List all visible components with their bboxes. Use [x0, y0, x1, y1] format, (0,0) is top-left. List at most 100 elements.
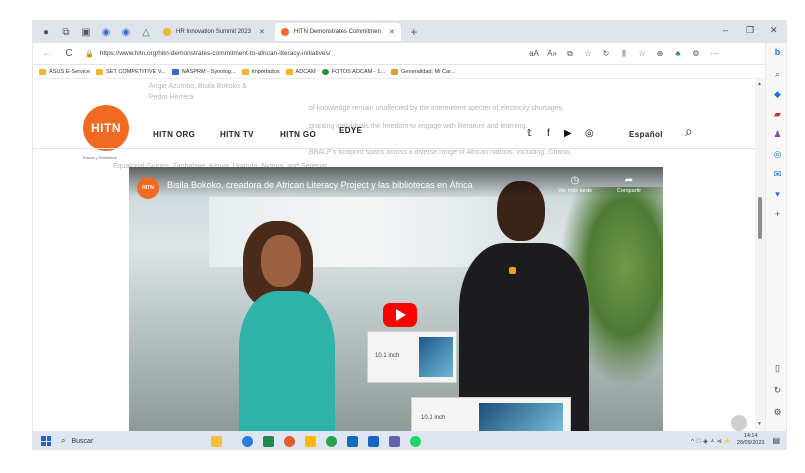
chrome-icon-2[interactable]: ◉ — [119, 25, 133, 39]
bookmark-label: NASPRM - Synolog... — [181, 68, 236, 75]
refresh-button[interactable]: C — [61, 48, 77, 59]
bookmark-nasprm[interactable]: NASPRM - Synolog... — [171, 68, 236, 75]
external-icon[interactable]: ↻ — [772, 385, 783, 396]
add-icon[interactable]: + — [772, 209, 783, 220]
site-header: HITN Educa y Entretiene HITN ORG HITN TV… — [33, 99, 755, 160]
twitter-icon[interactable]: 𝕥 — [527, 128, 532, 139]
share-button[interactable]: ➦ Compartir — [609, 175, 649, 194]
bookmark-fotos-adcam[interactable]: FOTOS ADCAM - 1... — [321, 68, 385, 75]
drop-icon[interactable]: ▾ — [772, 189, 783, 200]
tab-title: HITN Demonstrates Commitmen — [293, 29, 381, 35]
edge-icon[interactable] — [242, 435, 253, 447]
text-size-icon[interactable]: A» — [543, 49, 561, 58]
facebook-icon[interactable]: f — [547, 128, 550, 139]
folder-icon — [241, 68, 249, 75]
teams-icon[interactable] — [389, 435, 400, 447]
chrome-icon[interactable]: ◉ — [99, 25, 113, 39]
sync-icon[interactable]: ↻ — [597, 49, 615, 58]
favorite-star-icon[interactable]: ☆ — [579, 49, 597, 58]
drive-icon[interactable]: △ — [139, 25, 153, 39]
notifications-icon[interactable]: ▤ — [772, 436, 780, 445]
nav-hitn-go[interactable]: HITN GO — [280, 130, 316, 139]
clock[interactable]: 14:14 28/09/2023 — [737, 433, 765, 447]
youtube-video-player[interactable]: 10.1 inch 10.1 inch HITN Bisila Bokoko, … — [129, 167, 663, 431]
tab-hr-summit[interactable]: HR Innovation Summit 2023 ✕ — [157, 23, 271, 41]
windows-start-icon[interactable] — [41, 436, 51, 446]
hide-sidebar-icon[interactable]: ▯ — [772, 363, 783, 374]
whatsapp-icon[interactable] — [410, 435, 421, 447]
close-icon[interactable]: ✕ — [389, 28, 395, 36]
address-bar-row: ← C 🔒 https://www.hitn.org/hitn-demonstr… — [33, 43, 786, 65]
bookmark-importados[interactable]: Importados — [241, 68, 280, 75]
tab-title: HR Innovation Summit 2023 — [176, 29, 252, 35]
tablet-screen — [419, 337, 453, 377]
bing-icon[interactable]: b — [772, 47, 783, 58]
search-icon[interactable]: ⌕ — [685, 123, 693, 140]
watch-later-label: Ver más tarde — [557, 188, 593, 194]
url-field[interactable]: 🔒 https://www.hitn.org/hitn-demonstrates… — [85, 46, 525, 62]
close-window-button[interactable]: ✕ — [770, 25, 778, 36]
minimize-button[interactable]: – — [723, 25, 728, 35]
shopping-icon[interactable]: ▰ — [772, 109, 783, 120]
tag-icon[interactable]: ◆ — [772, 89, 783, 100]
channel-avatar[interactable]: HITN — [137, 177, 159, 199]
favorites-icon[interactable]: ☆ — [633, 49, 651, 58]
split-view-icon[interactable]: ⫼ — [615, 49, 633, 59]
settings-icon[interactable]: ⚙ — [687, 49, 705, 58]
firefox-icon[interactable] — [284, 435, 295, 447]
instagram-icon[interactable]: ◎ — [585, 128, 594, 139]
profile-icon[interactable]: ● — [39, 25, 53, 39]
tray-icons[interactable]: ^ ☁ ◈ ㅅ ⊲ ⚡ — [691, 436, 731, 445]
restore-button[interactable]: ❐ — [746, 25, 754, 36]
taskbar-search[interactable]: ⌕ Buscar — [61, 436, 181, 446]
nav-hitn-org[interactable]: HITN ORG — [153, 130, 195, 139]
back-button[interactable]: ← — [39, 48, 55, 59]
tab-hitn[interactable]: HITN Demonstrates Commitmen ✕ — [274, 23, 401, 41]
collections-icon[interactable]: ⊕ — [651, 49, 669, 58]
play-button[interactable] — [383, 303, 417, 327]
folder-icon[interactable] — [305, 435, 316, 447]
bookmark-set-competitive[interactable]: SET COMPETITIVE V... — [96, 68, 166, 75]
hitn-logo[interactable]: HITN — [83, 105, 129, 151]
bookmark-asus[interactable]: ASUS E-Service — [39, 68, 90, 75]
bookmark-label: Importados — [251, 68, 280, 75]
search-icon[interactable]: ⌕ — [772, 69, 783, 80]
word-icon[interactable] — [368, 435, 379, 447]
office-icon[interactable]: ◎ — [772, 149, 783, 160]
excel-icon[interactable] — [263, 435, 274, 447]
outlook-icon[interactable]: ✉ — [772, 169, 783, 180]
settings-icon[interactable]: ⚙ — [772, 407, 783, 418]
tab-strip: ● ⧉ ▣ ◉ ◉ △ HR Innovation Summit 2023 ✕ … — [33, 21, 786, 43]
new-tab-button[interactable]: + — [407, 25, 421, 39]
split-screen-icon[interactable]: ⧉ — [561, 49, 579, 59]
system-tray: ^ ☁ ◈ ㅅ ⊲ ⚡ 14:14 28/09/2023 ▤ — [691, 433, 780, 447]
language-link[interactable]: Español — [629, 130, 663, 139]
play-icon — [396, 309, 406, 321]
nav-hitn-tv[interactable]: HITN TV — [220, 130, 254, 139]
bookmark-adcam[interactable]: ADCAM — [285, 68, 316, 75]
scroll-to-top-button[interactable] — [731, 415, 747, 431]
chrome-icon[interactable] — [326, 435, 337, 447]
extension-icon[interactable]: ♣ — [669, 49, 687, 58]
folder-icon — [285, 68, 293, 75]
watch-later-button[interactable]: ◷ Ver más tarde — [555, 175, 595, 194]
scroll-down-arrow[interactable]: ▼ — [757, 421, 762, 427]
read-aloud-icon[interactable]: aA — [525, 49, 543, 58]
scroll-up-arrow[interactable]: ▲ — [757, 81, 762, 87]
games-icon[interactable]: ♟ — [772, 129, 783, 140]
scroll-thumb[interactable] — [758, 197, 762, 239]
workspaces-icon[interactable]: ⧉ — [59, 25, 73, 39]
bookmark-generalidad[interactable]: Generalidad: Mi Car... — [391, 68, 455, 75]
photos-icon — [321, 68, 329, 75]
youtube-icon[interactable]: ▶ — [564, 128, 572, 139]
video-title[interactable]: Bisila Bokoko, creadora de African Liter… — [167, 180, 473, 190]
file-explorer-icon[interactable] — [211, 435, 222, 447]
more-options-icon[interactable]: ··· — [705, 49, 723, 58]
outlook-icon[interactable] — [347, 435, 358, 447]
page-scrollbar[interactable]: ▲ ▼ — [755, 79, 765, 431]
nav-edye[interactable]: EDYE — [339, 126, 362, 135]
lock-icon[interactable]: 🔒 — [85, 50, 94, 58]
tab-actions-icon[interactable]: ▣ — [79, 25, 93, 39]
close-icon[interactable]: ✕ — [259, 28, 265, 36]
clock-date: 28/09/2023 — [736, 440, 765, 446]
